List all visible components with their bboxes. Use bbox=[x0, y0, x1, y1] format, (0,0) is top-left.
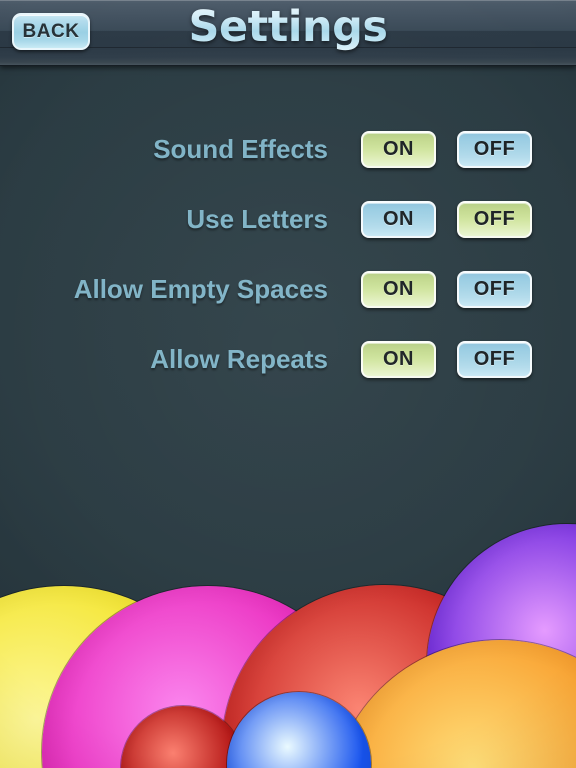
allow-repeats-off-button[interactable]: OFF bbox=[457, 341, 532, 378]
settings-list: Sound Effects ON OFF Use Letters ON OFF … bbox=[0, 131, 576, 411]
header-top-highlight bbox=[0, 0, 576, 1]
use-letters-on-button[interactable]: ON bbox=[361, 201, 436, 238]
purple-ball bbox=[427, 524, 576, 768]
off-label: OFF bbox=[473, 348, 516, 370]
sound-effects-on-button[interactable]: ON bbox=[361, 131, 436, 168]
on-label: ON bbox=[383, 278, 414, 300]
off-label: OFF bbox=[473, 208, 516, 230]
page-title: Settings bbox=[0, 2, 576, 52]
settings-row-label: Sound Effects bbox=[153, 134, 328, 164]
off-label: OFF bbox=[473, 278, 516, 300]
orange-ball bbox=[330, 640, 576, 768]
blue-ball bbox=[227, 692, 371, 768]
red-ball bbox=[222, 585, 548, 768]
yellow-ball bbox=[0, 586, 240, 768]
on-label: ON bbox=[383, 348, 414, 370]
on-label: ON bbox=[383, 138, 414, 160]
sound-effects-off-button[interactable]: OFF bbox=[457, 131, 532, 168]
settings-row-label: Allow Repeats bbox=[150, 344, 328, 374]
settings-row-sound-effects: Sound Effects ON OFF bbox=[0, 131, 576, 201]
off-label: OFF bbox=[473, 138, 516, 160]
header-bar: BACK Settings bbox=[0, 0, 576, 66]
allow-empty-spaces-on-button[interactable]: ON bbox=[361, 271, 436, 308]
on-label: ON bbox=[383, 208, 414, 230]
allow-repeats-on-button[interactable]: ON bbox=[361, 341, 436, 378]
use-letters-off-button[interactable]: OFF bbox=[457, 201, 532, 238]
settings-row-allow-repeats: Allow Repeats ON OFF bbox=[0, 341, 576, 411]
magenta-ball bbox=[42, 586, 374, 768]
settings-row-label: Use Letters bbox=[186, 204, 328, 234]
settings-row-use-letters: Use Letters ON OFF bbox=[0, 201, 576, 271]
small-red-ball bbox=[121, 706, 245, 768]
settings-screen: BACK Settings Sound Effects ON OFF Use L… bbox=[0, 0, 576, 768]
settings-row-label: Allow Empty Spaces bbox=[73, 274, 328, 304]
allow-empty-spaces-off-button[interactable]: OFF bbox=[457, 271, 532, 308]
settings-row-allow-empty-spaces: Allow Empty Spaces ON OFF bbox=[0, 271, 576, 341]
